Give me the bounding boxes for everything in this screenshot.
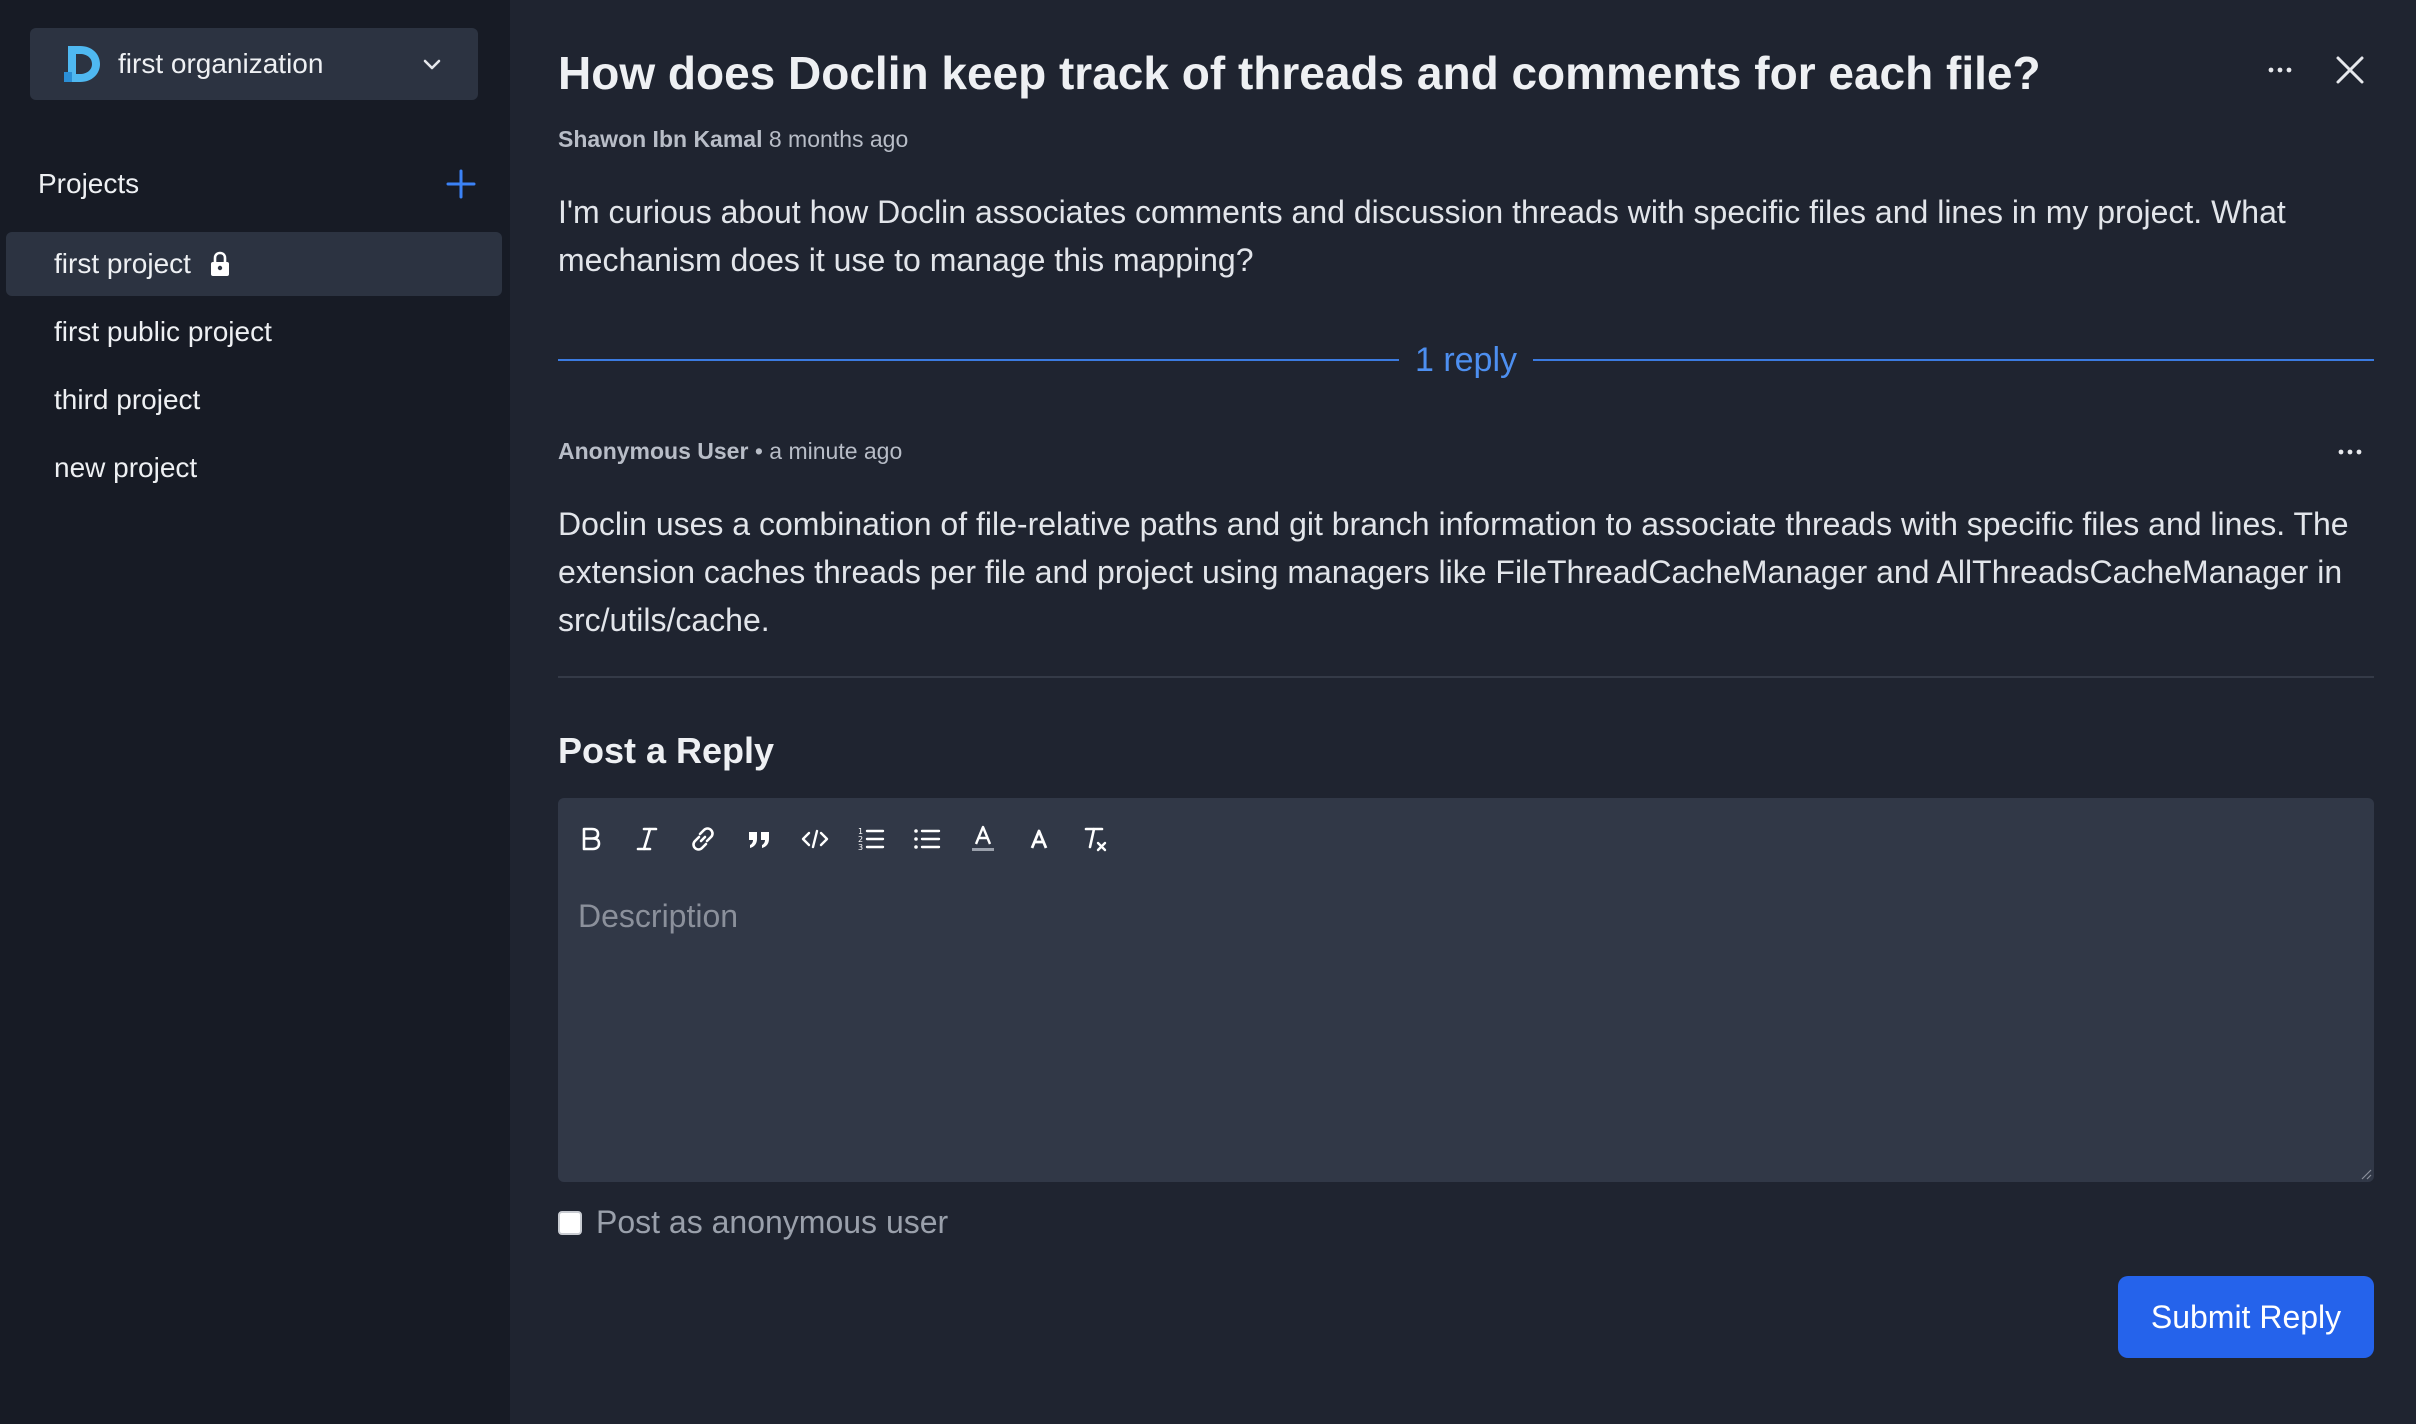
anonymous-option: Post as anonymous user [558,1204,948,1241]
header-actions [2262,52,2368,88]
reply-description-input[interactable] [578,898,2348,1158]
submit-reply-button[interactable]: Submit Reply [2118,1276,2374,1358]
divider-line [1533,359,2374,361]
clear-format-button[interactable] [1076,820,1114,858]
bold-icon [582,827,601,851]
project-list: first project first public project third… [6,232,502,504]
font-size-button[interactable] [1020,820,1058,858]
org-name: first organization [118,48,324,79]
reply-meta: Anonymous User • a minute ago [558,438,902,465]
thread-title: How does Doclin keep track of threads an… [558,47,2041,99]
add-project-icon[interactable] [444,167,478,201]
reply-more-options-icon[interactable] [2332,434,2368,470]
more-options-icon[interactable] [2262,52,2298,88]
resize-handle-icon[interactable] [2358,1166,2372,1180]
project-item-first-public-project[interactable]: first public project [6,300,502,364]
project-item-label: third project [54,384,201,415]
org-switcher[interactable]: first organization [30,28,478,100]
quote-icon [749,832,769,848]
divider-line [558,359,1399,361]
project-item-new-project[interactable]: new project [6,436,502,500]
anonymous-label[interactable]: Post as anonymous user [596,1204,948,1241]
thread-body: I'm curious about how Doclin associates … [558,194,2286,278]
thread-author: Shawon Ibn Kamal [558,126,763,152]
project-item-label: first project [54,248,191,279]
bold-button[interactable] [572,820,610,858]
ordered-list-button[interactable]: 1 2 3 [852,820,890,858]
bullet-list-icon [914,829,941,849]
thread-meta: Shawon Ibn Kamal 8 months ago [558,126,908,153]
projects-title: Projects [38,168,140,199]
bullet-list-button[interactable] [908,820,946,858]
lock-icon [210,251,229,276]
svg-text:3: 3 [858,843,863,852]
reply-meta-separator: • [754,438,763,464]
text-color-button[interactable] [964,820,1002,858]
reply-time: a minute ago [769,438,903,464]
italic-icon [636,827,658,851]
reply-body: Doclin uses a combination of file-relati… [558,506,2349,638]
code-button[interactable] [796,820,834,858]
editor-toolbar: 1 2 3 [572,820,1114,858]
reply-count-divider: 1 reply [558,336,2374,384]
project-item-label: new project [54,452,198,483]
projects-header: Projects [38,160,478,208]
project-item-label: first public project [54,316,272,347]
italic-button[interactable] [628,820,666,858]
clear-format-icon [1084,827,1107,852]
anonymous-checkbox[interactable] [558,1210,582,1235]
doclin-logo-icon [64,46,100,82]
reply-separator [558,676,2374,678]
ordered-list-icon: 1 2 3 [858,827,885,852]
reply-count: 1 reply [1414,340,1518,379]
thread-time: 8 months ago [768,126,909,152]
link-button[interactable] [684,820,722,858]
text-color-icon [972,825,994,851]
blockquote-button[interactable] [740,820,778,858]
font-size-icon [1030,829,1048,849]
reply-author: Anonymous User [558,438,749,464]
chevron-down-icon [423,59,441,70]
sidebar: first organization Projects first projec… [0,0,510,1424]
thread-panel: How does Doclin keep track of threads an… [510,0,2416,1424]
code-icon [801,829,829,849]
project-item-first-project[interactable]: first project [6,232,502,296]
reply-editor: 1 2 3 [558,798,2374,1182]
link-icon [692,827,714,851]
project-item-third-project[interactable]: third project [6,368,502,432]
app-root: first organization Projects first projec… [0,0,2416,1424]
post-reply-title: Post a Reply [558,730,775,771]
close-icon[interactable] [2332,52,2368,88]
